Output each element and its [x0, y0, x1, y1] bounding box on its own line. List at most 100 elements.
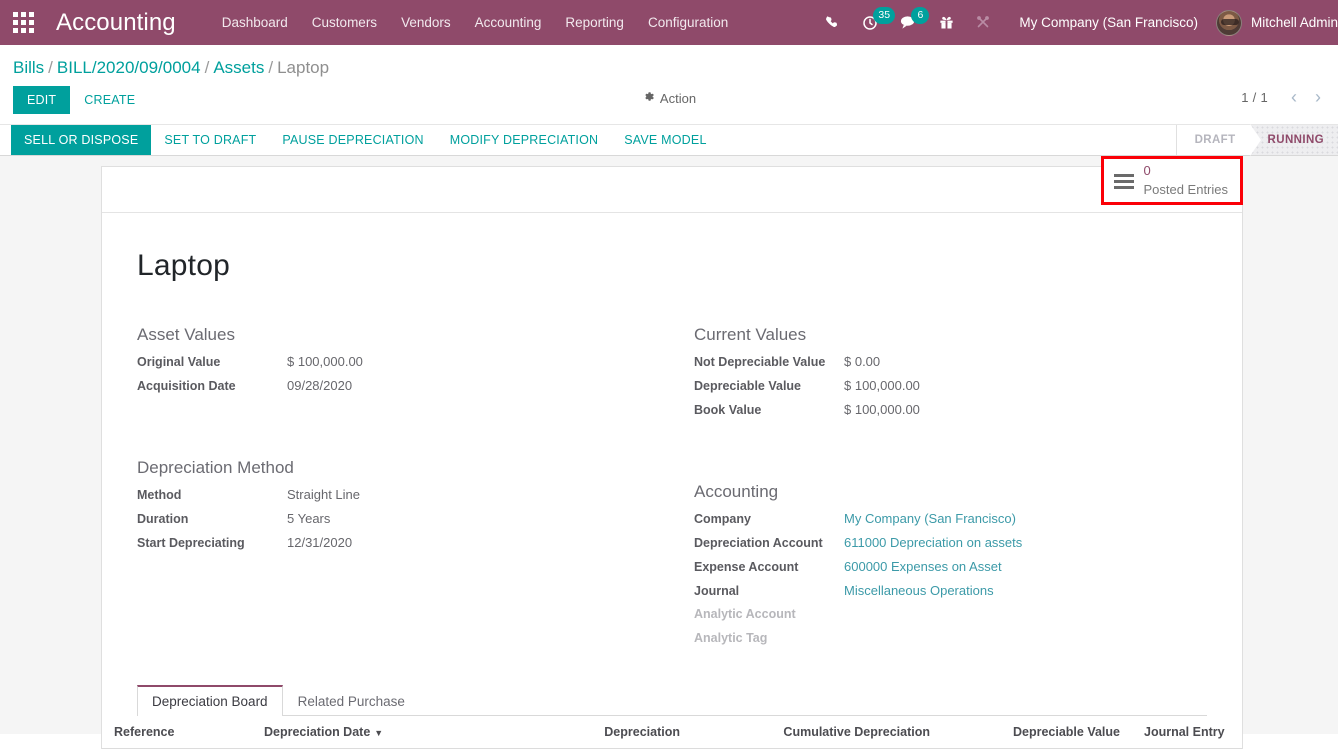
breadcrumb-item-bills[interactable]: Bills	[13, 58, 44, 77]
field-label-not-depreciable-value: Not Depreciable Value	[694, 355, 826, 369]
bars-list-icon	[1114, 173, 1135, 189]
field-depreciable-value: Depreciable Value $ 100,000.00	[694, 378, 1189, 402]
apps-grid-icon	[12, 12, 34, 33]
column-header-journal-entry[interactable]: Journal Entry	[1132, 716, 1242, 749]
tools-icon[interactable]	[965, 0, 1003, 45]
breadcrumb: Bills / BILL/2020/09/0004/Assets / Laptop	[0, 45, 1338, 86]
field-duration: Duration 5 Years	[137, 511, 654, 535]
field-label-journal: Journal	[694, 584, 740, 598]
breadcrumb-separator: /	[48, 58, 53, 77]
field-label-method: Method	[137, 488, 182, 502]
breadcrumb-item-bill-number[interactable]: BILL/2020/09/0004	[57, 58, 201, 77]
page-title: Laptop	[137, 249, 230, 282]
field-label-analytic-account: Analytic Account	[694, 607, 796, 621]
group-title-accounting: Accounting	[694, 482, 779, 501]
field-method: Method Straight Line	[137, 487, 654, 511]
messages-icon[interactable]: 6	[889, 0, 930, 45]
field-value-journal[interactable]: Miscellaneous Operations	[844, 583, 994, 598]
column-header-depreciation[interactable]: Depreciation	[507, 716, 692, 749]
tab-related-purchase[interactable]: Related Purchase	[283, 685, 420, 716]
field-value-method: Straight Line	[287, 487, 360, 502]
status-stages: DRAFT RUNNING	[1175, 124, 1338, 156]
field-analytic-account: Analytic Account	[694, 607, 1189, 631]
field-acquisition-date: Acquisition Date 09/28/2020	[137, 378, 654, 402]
field-analytic-tag: Analytic Tag	[694, 631, 1189, 655]
posted-entries-stat-button[interactable]: 0 Posted Entries	[1101, 156, 1243, 205]
breadcrumb-separator: /	[268, 58, 274, 77]
stat-text: 0 Posted Entries	[1143, 162, 1228, 199]
form-groups: Asset Values Original Value $ 100,000.00…	[137, 283, 1207, 655]
field-value-acquisition-date: 09/28/2020	[287, 378, 353, 393]
modify-depreciation-button[interactable]: MODIFY DEPRECIATION	[437, 125, 612, 155]
gift-icon[interactable]	[928, 0, 965, 45]
column-header-depreciation-date-label: Depreciation Date	[264, 725, 371, 739]
notebook-tabs: Depreciation Board Related Purchase	[137, 685, 1207, 716]
right-column: Current Values Not Depreciable Value $ 0…	[672, 325, 1207, 655]
status-stage-draft-label: DRAFT	[1194, 134, 1236, 146]
edit-button[interactable]: EDIT	[13, 86, 71, 114]
field-journal: Journal Miscellaneous Operations	[694, 583, 1189, 607]
column-header-depreciable-value[interactable]: Depreciable Value	[942, 716, 1132, 749]
column-header-reference[interactable]: Reference	[102, 716, 252, 749]
field-value-book-value: $ 100,000.00	[844, 402, 920, 417]
field-label-depreciation-account: Depreciation Account	[694, 536, 823, 550]
group-title-depreciation-method: Depreciation Method	[137, 458, 294, 477]
user-name-label: Mitchell Admin	[1250, 15, 1338, 30]
menu-item-vendors[interactable]: Vendors	[389, 0, 463, 45]
menu-item-configuration[interactable]: Configuration	[636, 0, 740, 45]
activity-clock-icon[interactable]: 35	[851, 0, 896, 45]
pause-depreciation-button[interactable]: PAUSE DEPRECIATION	[269, 125, 436, 155]
status-stage-draft[interactable]: DRAFT	[1176, 124, 1261, 156]
phone-icon[interactable]	[814, 0, 851, 45]
save-model-button[interactable]: SAVE MODEL	[611, 125, 719, 155]
status-stage-running[interactable]: RUNNING	[1249, 125, 1338, 155]
field-label-analytic-tag: Analytic Tag	[694, 631, 768, 645]
field-label-depreciable-value: Depreciable Value	[694, 379, 802, 393]
group-depreciation-method: Depreciation Method Method Straight Line…	[137, 458, 654, 559]
messages-count-badge: 6	[911, 7, 930, 24]
statusbar: SELL OR DISPOSE SET TO DRAFT PAUSE DEPRE…	[0, 124, 1338, 156]
breadcrumb-item-assets[interactable]: Assets	[213, 58, 264, 77]
stage-arrow	[1249, 124, 1261, 156]
sell-or-dispose-button[interactable]: SELL OR DISPOSE	[11, 125, 152, 155]
user-menu[interactable]: Mitchell Admin	[1210, 9, 1338, 36]
field-label-duration: Duration	[137, 512, 189, 526]
menu-item-reporting[interactable]: Reporting	[553, 0, 636, 45]
field-value-duration: 5 Years	[287, 511, 331, 526]
avatar	[1215, 9, 1242, 36]
menu-item-customers[interactable]: Customers	[300, 0, 389, 45]
apps-menu-button[interactable]	[0, 0, 46, 45]
gear-icon	[642, 90, 655, 106]
top-navbar: Accounting Dashboard Customers Vendors A…	[0, 0, 1338, 45]
table-head: Reference Depreciation Date ▼ Depreciatio…	[102, 716, 1242, 749]
menu-item-dashboard[interactable]: Dashboard	[210, 0, 300, 45]
field-value-start-depreciating: 12/31/2020	[287, 535, 353, 550]
field-label-book-value: Book Value	[694, 403, 762, 417]
action-menu-button[interactable]: Action	[642, 90, 696, 106]
menu-item-accounting[interactable]: Accounting	[463, 0, 554, 45]
left-column: Asset Values Original Value $ 100,000.00…	[137, 325, 672, 655]
pager: 1 / 1 ‹ ›	[1241, 88, 1328, 106]
chevron-left-icon[interactable]: ‹	[1284, 88, 1304, 106]
group-asset-values: Asset Values Original Value $ 100,000.00…	[137, 325, 654, 402]
action-label: Action	[659, 90, 697, 106]
field-value-expense-account[interactable]: 600000 Expenses on Asset	[844, 559, 1002, 574]
field-value-depreciation-account[interactable]: 611000 Depreciation on assets	[844, 535, 1022, 550]
set-to-draft-button[interactable]: SET TO DRAFT	[151, 125, 269, 155]
app-brand-accounting[interactable]: Accounting	[46, 9, 186, 37]
group-current-values: Current Values Not Depreciable Value $ 0…	[694, 325, 1189, 426]
field-value-company[interactable]: My Company (San Francisco)	[844, 511, 1016, 526]
tab-depreciation-board[interactable]: Depreciation Board	[137, 685, 283, 716]
chevron-right-icon[interactable]: ›	[1308, 88, 1328, 106]
company-switcher[interactable]: My Company (San Francisco)	[1003, 15, 1210, 30]
column-header-cumulative-depreciation[interactable]: Cumulative Depreciation	[692, 716, 942, 749]
control-panel: Bills / BILL/2020/09/0004/Assets / Laptop ED…	[0, 45, 1338, 124]
content-area: 0 Posted Entries Laptop Asset Values Ori…	[0, 156, 1338, 749]
create-button[interactable]: CREATE	[70, 86, 149, 114]
field-label-acquisition-date: Acquisition Date	[137, 379, 236, 393]
column-header-depreciation-date[interactable]: Depreciation Date ▼	[252, 716, 507, 749]
caret-down-icon: ▼	[374, 728, 384, 738]
field-original-value: Original Value $ 100,000.00	[137, 354, 654, 378]
